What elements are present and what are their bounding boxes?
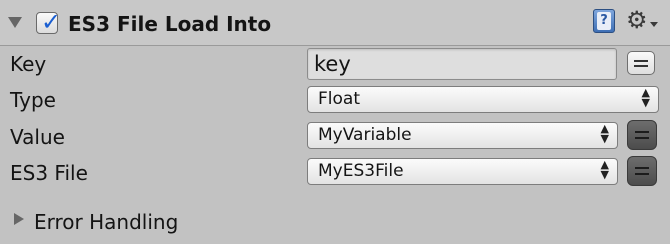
type-label: Type [10, 88, 56, 112]
value-variable-toggle-button[interactable] [627, 120, 657, 150]
es3-file-dropdown[interactable]: MyES3File ▲ ▼ [307, 158, 618, 185]
es3-file-variable-toggle-button[interactable] [627, 156, 657, 186]
es3-file-dropdown-value: MyES3File [318, 161, 404, 181]
key-input-value: key [314, 52, 351, 76]
dropdown-arrows-icon: ▲ ▼ [641, 86, 650, 109]
key-variable-toggle-button[interactable] [627, 51, 655, 75]
component-title: ES3 File Load Into [68, 12, 272, 36]
equals-bar-icon [635, 167, 649, 169]
es3-file-label: ES3 File [10, 161, 88, 185]
gear-icon[interactable]: ⚙ [626, 6, 648, 34]
component-header: ✓ ES3 File Load Into ? ⚙ [0, 0, 670, 46]
dropdown-arrows-icon: ▲ ▼ [600, 158, 609, 181]
gear-dropdown-caret-icon[interactable] [650, 22, 658, 27]
help-book-icon[interactable]: ? [593, 9, 615, 33]
equals-bar-icon [634, 60, 648, 62]
equals-bar-icon [635, 137, 649, 139]
checkmark-icon: ✓ [41, 8, 62, 36]
component-enabled-checkbox[interactable]: ✓ [36, 8, 61, 36]
type-dropdown[interactable]: Float ▲ ▼ [307, 86, 659, 113]
error-handling-foldout-arrow-icon[interactable] [14, 213, 24, 225]
value-dropdown-value: MyVariable [318, 125, 412, 145]
key-input[interactable]: key [307, 48, 617, 80]
key-label: Key [10, 52, 47, 76]
component-fold-arrow-icon[interactable] [8, 17, 22, 28]
value-label: Value [10, 125, 65, 149]
equals-bar-icon [635, 131, 649, 133]
dropdown-arrows-icon: ▲ ▼ [600, 122, 609, 145]
equals-bar-icon [634, 65, 648, 67]
type-dropdown-value: Float [318, 89, 360, 109]
value-dropdown[interactable]: MyVariable ▲ ▼ [307, 122, 618, 149]
equals-bar-icon [635, 173, 649, 175]
error-handling-foldout[interactable]: Error Handling [34, 209, 178, 235]
